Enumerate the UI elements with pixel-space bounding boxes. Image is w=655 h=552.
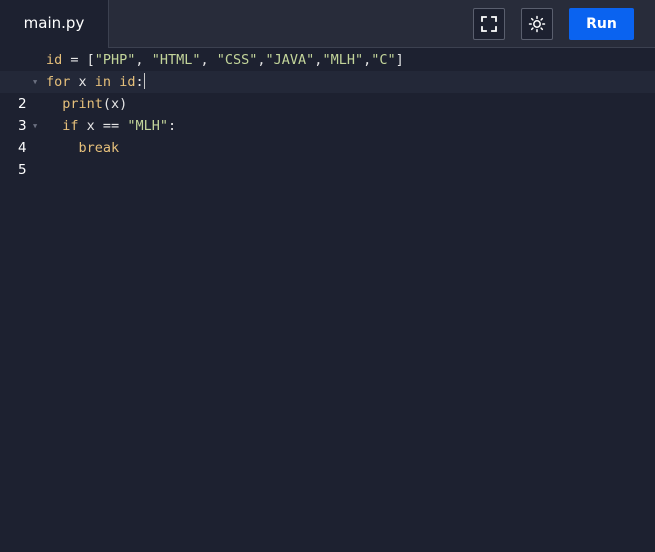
code-token: "HTML" — [151, 52, 201, 68]
theme-toggle-button[interactable] — [521, 8, 553, 40]
code-token: = [ — [62, 52, 95, 68]
code-editor-app: main.py Run id = ["PHP", "HTML", "CSS","… — [0, 0, 655, 552]
fullscreen-button[interactable] — [473, 8, 505, 40]
code-content[interactable]: print(x) — [46, 93, 127, 115]
code-token: x == — [78, 118, 128, 134]
code-token: : — [167, 118, 177, 134]
code-token: in — [94, 74, 112, 90]
code-token: "JAVA" — [265, 52, 315, 68]
code-token: "CSS" — [216, 52, 258, 68]
code-line[interactable]: 4 ▼ if x == "MLH": — [0, 115, 655, 156]
code-token: ] — [395, 52, 404, 68]
code-token: id — [46, 52, 63, 68]
file-tab[interactable]: main.py — [0, 0, 109, 48]
code-token: , — [363, 52, 372, 68]
fold-arrow-icon[interactable]: ▼ — [33, 115, 37, 137]
code-line[interactable]: 3 print(x) — [0, 93, 655, 134]
fold-arrow-icon[interactable]: ▼ — [33, 71, 37, 93]
code-content[interactable]: for x in id: — [46, 71, 145, 93]
code-token: for — [46, 74, 71, 90]
code-token: , — [257, 52, 266, 68]
code-token: "PHP" — [94, 52, 136, 68]
code-token: if — [62, 118, 79, 134]
toolbar: main.py Run — [0, 0, 655, 48]
code-content[interactable]: break — [46, 137, 120, 159]
code-content[interactable]: id = ["PHP", "HTML", "CSS","JAVA","MLH",… — [46, 49, 404, 71]
line-number: 5 — [18, 162, 27, 178]
fullscreen-icon — [481, 16, 497, 32]
code-token: print — [62, 96, 103, 112]
code-token: , — [200, 52, 217, 68]
run-button[interactable]: Run — [569, 8, 634, 40]
code-token: : — [135, 74, 144, 90]
code-token: "MLH" — [322, 52, 364, 68]
code-line-active[interactable]: 2 ▼ for x in id: — [0, 71, 655, 112]
code-token: x — [70, 74, 95, 90]
run-button-label: Run — [586, 16, 617, 32]
code-token: break — [78, 140, 120, 156]
code-token: "MLH" — [127, 118, 168, 134]
code-line[interactable]: 1 id = ["PHP", "HTML", "CSS","JAVA","MLH… — [0, 49, 655, 90]
code-token: (x) — [102, 96, 128, 112]
file-tab-label: main.py — [23, 14, 85, 32]
code-editor[interactable]: 1 id = ["PHP", "HTML", "CSS","JAVA","MLH… — [0, 49, 655, 552]
code-line[interactable]: 5 break — [0, 137, 655, 178]
code-token: , — [135, 52, 152, 68]
code-token: "C" — [371, 52, 396, 68]
sun-icon — [528, 15, 546, 33]
text-cursor — [143, 73, 145, 89]
code-content[interactable]: if x == "MLH": — [46, 115, 176, 137]
code-token: id — [119, 74, 136, 90]
